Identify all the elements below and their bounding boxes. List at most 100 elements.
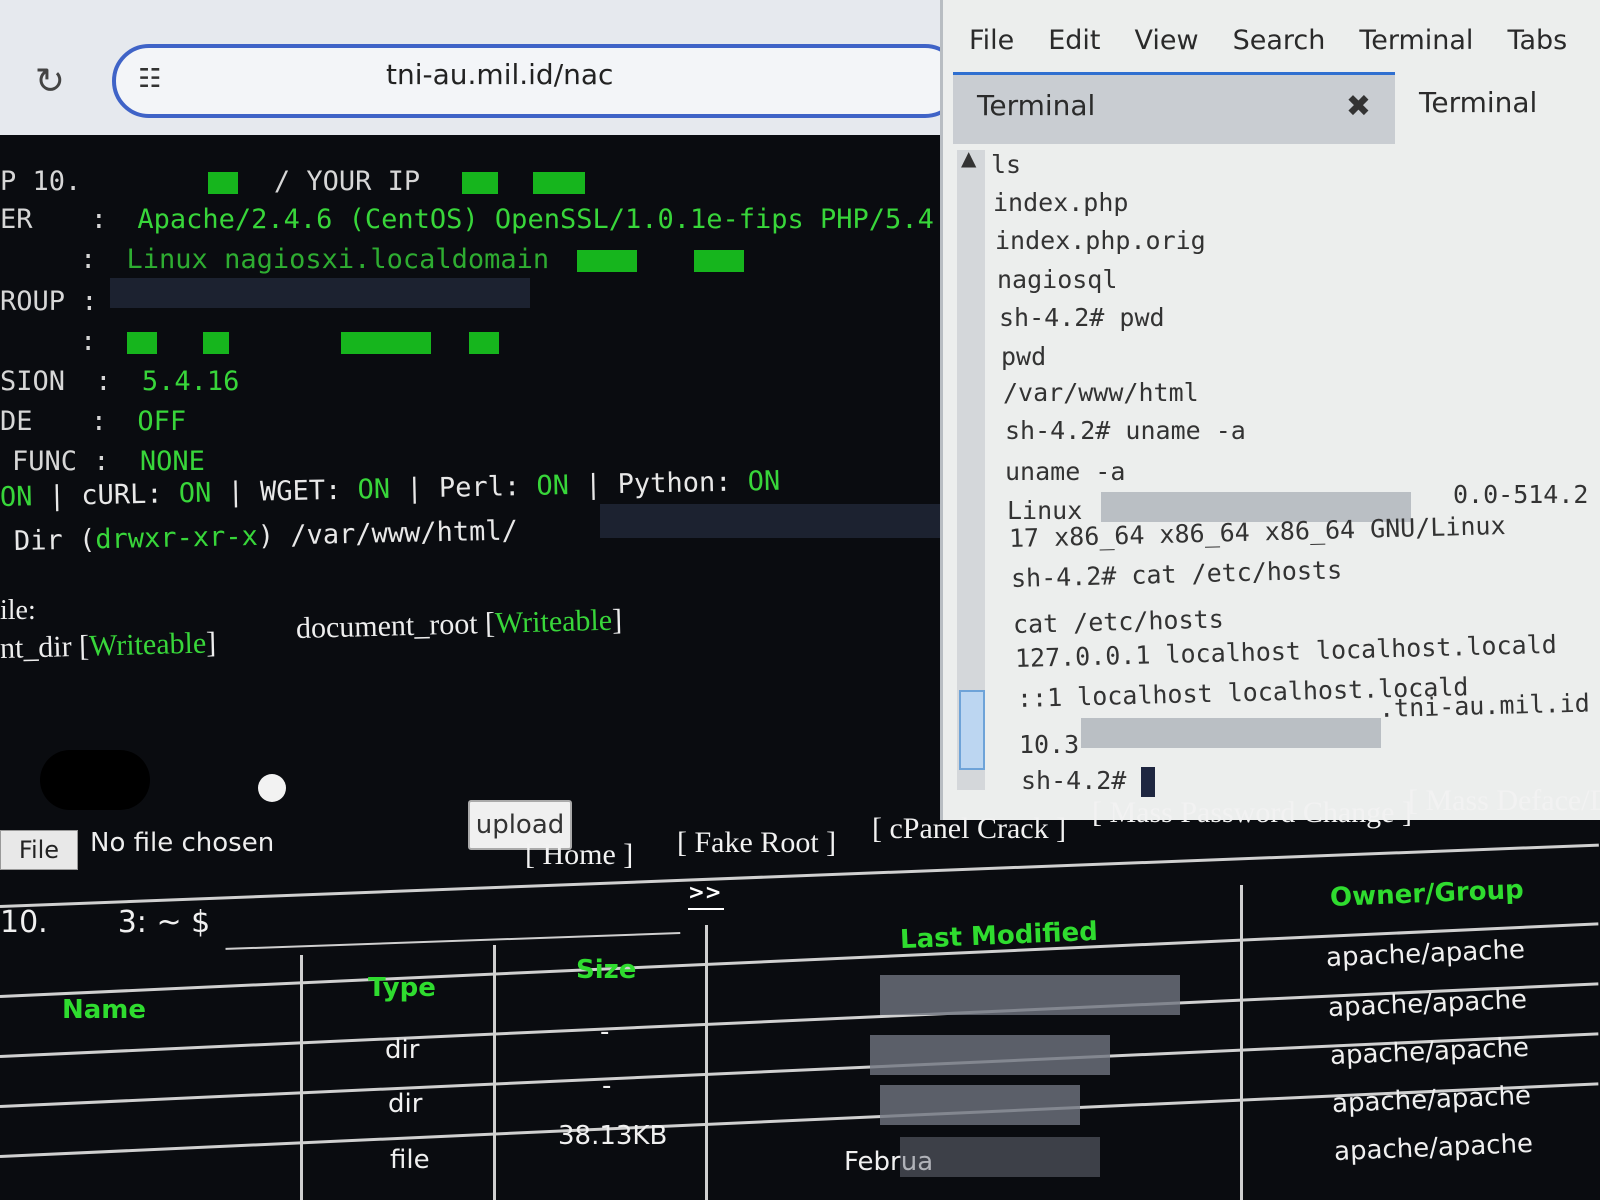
safe-mode-label: DE xyxy=(0,406,33,437)
python-label: Python: xyxy=(617,466,732,501)
close-icon[interactable]: ✖ xyxy=(1346,89,1371,124)
menu-tabs[interactable]: Tabs xyxy=(1507,25,1567,56)
address-bar[interactable]: ☷ tni-au.mil.id/nac xyxy=(112,44,962,118)
tab-label: Terminal xyxy=(1419,86,1538,119)
wget-label: WGET: xyxy=(259,474,342,508)
menu-edit[interactable]: Edit xyxy=(1048,25,1100,56)
scrollbar-thumb[interactable] xyxy=(959,690,985,770)
perl-status: ON xyxy=(536,470,570,502)
terminal-line: index.php.orig xyxy=(995,226,1206,255)
uname-value: Linux nagiosxi.localdomain xyxy=(126,244,550,275)
redacted-area xyxy=(870,1035,1110,1075)
file-table: Name Type Size Last Modified Owner/Group… xyxy=(0,843,1600,1200)
upload-label: ile: xyxy=(0,595,36,626)
size-cell: - xyxy=(602,1071,612,1101)
document-root-option[interactable]: document_root [Writeable] xyxy=(296,603,623,646)
dir-path[interactable]: /var/www/html/ xyxy=(290,515,518,551)
size-cell: 38.13KB xyxy=(558,1121,668,1151)
wget-status: ON xyxy=(357,473,391,506)
table-border xyxy=(493,945,496,1200)
tab-terminal-2[interactable]: Terminal xyxy=(1395,72,1600,144)
terminal-line: nagiosql xyxy=(997,265,1118,294)
curl-label: cURL: xyxy=(80,478,163,512)
php-version-value: 5.4.16 xyxy=(141,366,240,397)
terminal-tab-bar: Terminal ✖ Terminal xyxy=(953,72,1600,144)
your-ip-label: / YOUR IP xyxy=(273,166,421,197)
terminal-menubar: File Edit View Search Terminal Tabs H xyxy=(943,10,1600,70)
url-text: tni-au.mil.id/nac xyxy=(386,58,614,91)
server-label: ER xyxy=(0,204,33,235)
perl-label: Perl: xyxy=(438,471,521,504)
terminal-window: File Edit View Search Terminal Tabs H Te… xyxy=(940,0,1600,820)
safe-mode-row: DE : OFF xyxy=(0,406,187,437)
terminal-line: /var/www/html xyxy=(1003,378,1199,407)
table-border xyxy=(705,925,708,1200)
redacted-area xyxy=(1081,718,1381,748)
nav-mass-deface[interactable]: [ Mass Deface/D xyxy=(1408,784,1600,818)
mysql-status: ON xyxy=(0,481,33,513)
owner-cell: apache/apache xyxy=(1325,934,1526,974)
redacted-area xyxy=(880,1085,1080,1125)
nav-mass-password-change[interactable]: [ Mass Password Change ] xyxy=(1092,796,1412,830)
column-header-name[interactable]: Name xyxy=(62,995,146,1025)
dir-label: Dir xyxy=(13,524,64,557)
menu-file[interactable]: File xyxy=(969,25,1014,56)
document-root-status: Writeable xyxy=(494,603,613,640)
table-border xyxy=(1240,885,1243,1200)
document-root-label: document_root xyxy=(295,607,478,645)
column-header-type[interactable]: Type xyxy=(368,973,436,1003)
redacted-area xyxy=(880,975,1180,1015)
redaction-block xyxy=(207,171,238,194)
disabled-func-label: FUNC xyxy=(12,446,78,477)
current-dir-label: nt_dir xyxy=(0,630,73,665)
redaction-block xyxy=(577,249,638,272)
curl-status: ON xyxy=(178,477,212,510)
kernel-version: 0.0-514.2 xyxy=(1453,480,1589,509)
ip-label: P 10. xyxy=(0,166,82,197)
redaction-block xyxy=(469,331,500,354)
server-row: ER : Apache/2.4.6 (CentOS) OpenSSL/1.0.1… xyxy=(0,204,934,235)
server-value: Apache/2.4.6 (CentOS) OpenSSL/1.0.1e-fip… xyxy=(137,204,934,235)
group-label: ROUP xyxy=(0,286,66,317)
scroll-up-icon[interactable]: ▲ xyxy=(961,146,976,170)
column-header-size[interactable]: Size xyxy=(576,955,636,985)
shell-info-panel: P 10. / YOUR IP ER : Apache/2.4.6 (CentO… xyxy=(0,150,975,950)
hosts-domain: .tni-au.mil.id xyxy=(1378,688,1591,723)
browser-toolbar: ↻ ☷ tni-au.mil.id/nac xyxy=(0,0,970,135)
dir-row: Dir (drwxr-xr-x) /var/www/html/ xyxy=(13,515,519,557)
menu-view[interactable]: View xyxy=(1134,25,1198,56)
terminal-line: cat /etc/hosts xyxy=(1012,604,1225,639)
disabled-func-row: FUNC : NONE xyxy=(12,446,205,477)
redaction-block xyxy=(341,331,432,354)
owner-cell: apache/apache xyxy=(1327,984,1528,1024)
site-settings-icon[interactable]: ☷ xyxy=(138,64,178,100)
scrollbar[interactable]: ▲ xyxy=(957,146,985,790)
terminal-line: ls xyxy=(991,150,1022,179)
reload-icon[interactable]: ↻ xyxy=(30,62,70,102)
terminal-line: index.php xyxy=(993,188,1129,217)
redacted-area xyxy=(600,504,940,538)
terminal-line: sh-4.2# pwd xyxy=(999,303,1165,332)
owner-cell: apache/apache xyxy=(1331,1080,1532,1120)
php-version-label: SION xyxy=(0,366,66,397)
dir-permissions: drwxr-xr-x xyxy=(94,520,259,556)
hdd-row: : xyxy=(0,326,500,357)
menu-terminal[interactable]: Terminal xyxy=(1359,25,1473,56)
tab-terminal-1[interactable]: Terminal ✖ xyxy=(953,72,1395,144)
current-dir-status: Writeable xyxy=(88,626,207,663)
menu-search[interactable]: Search xyxy=(1233,25,1326,56)
type-cell: file xyxy=(390,1145,430,1175)
redaction-block xyxy=(532,171,585,194)
ip-row: P 10. / YOUR IP xyxy=(0,166,585,197)
php-version-row: SION : 5.4.16 xyxy=(0,366,240,397)
size-cell: - xyxy=(600,1017,610,1047)
tools-nav: [ Home ] [ Fake Root ] [ cPanel Crack ] … xyxy=(0,784,1600,871)
terminal-line: pwd xyxy=(1001,342,1047,371)
nav-cpanel-crack[interactable]: [ cPanel Crack ] xyxy=(872,812,1066,846)
terminal-output[interactable]: ls index.php index.php.orig nagiosql sh-… xyxy=(991,146,1600,806)
group-row: ROUP : xyxy=(0,286,98,317)
owner-cell: apache/apache xyxy=(1333,1128,1534,1168)
tab-label: Terminal xyxy=(977,89,1096,122)
column-header-owner[interactable]: Owner/Group xyxy=(1329,875,1524,913)
disabled-func-value: NONE xyxy=(139,446,205,477)
